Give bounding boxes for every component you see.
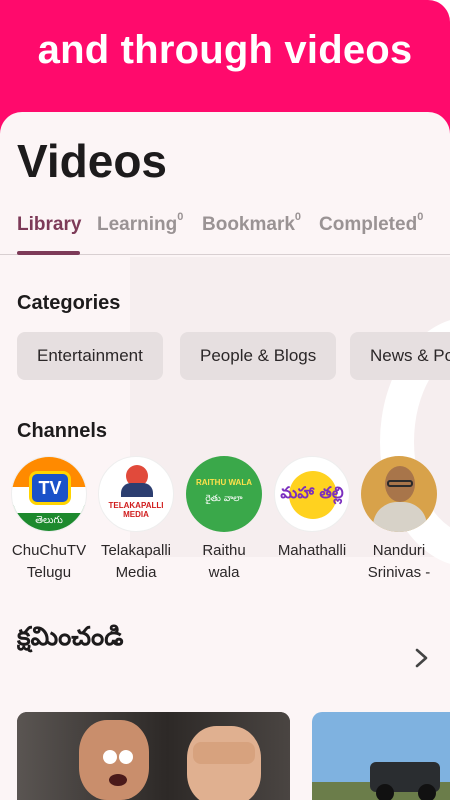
tab-count: 0 — [294, 211, 302, 223]
page-title: Videos — [17, 135, 167, 187]
banner-title: and through videos — [37, 28, 413, 72]
channel-avatar: RAITHU WALA రైతు వాలా — [186, 456, 262, 532]
content-sheet: Videos Library Learning0 Bookmark0 Compl… — [0, 112, 450, 800]
channel-name: Mahathalli — [277, 542, 347, 559]
channel-avatar: TV తెలుగు — [11, 456, 87, 532]
tab-completed[interactable]: Completed0 — [319, 211, 424, 236]
channel-raithu-wala[interactable]: RAITHU WALA రైతు వాలా Raithu wala — [183, 456, 265, 584]
categories-title: Categories — [17, 292, 121, 314]
tab-count: 0 — [177, 211, 184, 223]
logo-text: TELAKAPALLI MEDIA — [108, 501, 164, 519]
channel-name: Raithu wala — [202, 542, 246, 581]
tab-library[interactable]: Library — [17, 214, 81, 236]
channel-chuchutv[interactable]: TV తెలుగు ChuChuTV Telugu — [8, 456, 90, 584]
channel-telakapalli-media[interactable]: TELAKAPALLI MEDIA Telakapalli Media — [95, 456, 177, 584]
tab-count: 0 — [417, 211, 424, 223]
category-chip-entertainment[interactable]: Entertainment — [17, 332, 163, 380]
active-tab-indicator — [17, 251, 80, 255]
logo-text: మహా తల్లి — [280, 483, 344, 502]
channel-avatar: మహా తల్లి — [274, 456, 350, 532]
category-chip-news[interactable]: News & Po — [350, 332, 450, 380]
playlist-title: క్షమించండి — [17, 622, 124, 652]
logo-subtitle: రైతు వాలా — [205, 494, 243, 504]
tab-learning[interactable]: Learning0 — [97, 211, 184, 236]
tab-label: Library — [17, 214, 82, 235]
tab-label: Learning — [97, 214, 178, 235]
channel-nanduri-srinivas[interactable]: Nanduri Srinivas - — [358, 456, 440, 584]
tv-logo-icon: TV — [29, 471, 71, 505]
tab-bookmark[interactable]: Bookmark0 — [202, 211, 302, 236]
video-thumbnail[interactable] — [17, 712, 290, 800]
tab-label: Completed — [319, 214, 418, 235]
channel-name: Nanduri Srinivas - — [367, 542, 431, 581]
channel-mahathalli[interactable]: మహా తల్లి Mahathalli — [271, 456, 353, 562]
logo-text: RAITHU WALA — [196, 478, 252, 487]
channel-avatar: TELAKAPALLI MEDIA — [98, 456, 174, 532]
tab-bar: Library Learning0 Bookmark0 Completed0 — [0, 209, 450, 255]
chevron-right-icon[interactable] — [410, 646, 432, 670]
tab-label: Bookmark — [202, 214, 295, 235]
channel-avatar — [361, 456, 437, 532]
logo-subtitle: తెలుగు — [35, 515, 63, 526]
category-chip-people-blogs[interactable]: People & Blogs — [180, 332, 337, 380]
video-thumbnail[interactable] — [312, 712, 450, 800]
channels-title: Channels — [17, 420, 108, 442]
channel-name: Telakapalli Media — [100, 542, 172, 581]
channel-name: ChuChuTV Telugu — [11, 542, 87, 581]
